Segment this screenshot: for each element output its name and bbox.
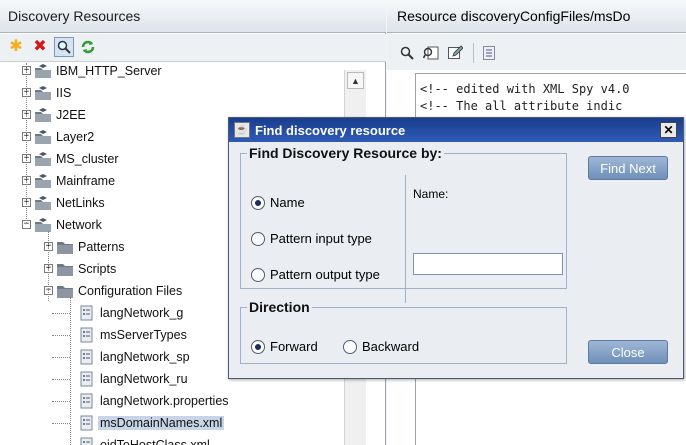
tree-item-label: langNetwork_sp [100, 350, 190, 364]
radio-label: Pattern input type [270, 231, 372, 246]
find-by-label: Find Discovery Resource by: [249, 145, 442, 161]
edit-icon[interactable] [445, 43, 465, 63]
radio-pattern-output-type[interactable]: Pattern output type [251, 267, 380, 282]
folder-icon [57, 242, 73, 254]
new-resource-icon[interactable]: ✱ [6, 37, 26, 57]
package-folder-icon [35, 174, 51, 188]
editor-header: Resource discoveryConfigFiles/msDo [387, 0, 686, 33]
find-next-button[interactable]: Find Next [588, 156, 668, 180]
properties-file-icon [80, 305, 93, 321]
direction-group: Direction Forward Backward [240, 299, 567, 364]
folder-icon [57, 264, 73, 276]
tree-connector [52, 313, 70, 314]
tree-item-label: langNetwork_g [100, 306, 184, 320]
tree-item-label: IIS [56, 86, 72, 100]
tree-item-label: NetLinks [56, 196, 105, 210]
properties-file-icon [80, 327, 93, 343]
radio-forward[interactable]: Forward [251, 339, 318, 354]
panel-title: Discovery Resources [8, 8, 141, 24]
find-by-group: Find Discovery Resource by: Name Pattern… [240, 145, 567, 303]
tree-item-label: Network [56, 218, 102, 232]
dialog-title: Find discovery resource [255, 123, 406, 138]
tree-item-label: oidToHostClass.xml [100, 438, 210, 445]
tree-connector [52, 423, 70, 424]
radio-button[interactable] [251, 339, 265, 354]
tree-item-label: msDomainNames.xml [98, 416, 225, 430]
tree-connector [52, 335, 70, 336]
direction-label: Direction [249, 299, 310, 315]
name-label: Name: [413, 187, 449, 201]
radio-label: Name [270, 195, 305, 210]
radio-label: Backward [362, 339, 420, 354]
tree-connector [52, 401, 70, 402]
tree-item-label: msServerTypes [100, 328, 187, 342]
tree-item-label: MS_cluster [56, 152, 119, 166]
radio-button[interactable] [251, 231, 265, 246]
properties-file-icon [80, 437, 93, 445]
panel-header: Discovery Resources [0, 0, 386, 33]
package-folder-icon [35, 218, 51, 232]
tree-item-label: Layer2 [56, 130, 95, 144]
tree-item-label: Mainframe [56, 174, 116, 188]
dialog-titlebar[interactable]: ☕ Find discovery resource ✕ [229, 118, 683, 142]
tree-connector [52, 357, 70, 358]
radio-button[interactable] [251, 267, 265, 282]
package-folder-icon [35, 196, 51, 210]
properties-file-icon [80, 349, 93, 365]
tree-item-label: langNetwork.properties [100, 394, 229, 408]
divider [405, 175, 406, 303]
tree-folder-item[interactable]: + IBM_HTTP_Server [18, 63, 366, 82]
radio-name[interactable]: Name [251, 195, 305, 210]
package-folder-icon [35, 130, 51, 144]
tree-guide-line [70, 297, 71, 445]
resources-toolbar: ✱ ✖ [0, 34, 386, 62]
close-icon[interactable]: ✕ [660, 122, 677, 138]
radio-backward[interactable]: Backward [343, 339, 419, 354]
tree-guide-line [48, 231, 49, 301]
tree-connector [52, 379, 70, 380]
xml-line: <!-- The all attribute indic [420, 99, 623, 113]
tree-item-label: langNetwork_ru [100, 372, 188, 386]
tree-folder-item[interactable]: + IIS [18, 82, 366, 104]
close-button[interactable]: Close [588, 340, 668, 364]
replace-icon[interactable] [421, 43, 441, 63]
package-folder-icon [35, 108, 51, 122]
tree-item-label: Scripts [78, 262, 117, 276]
radio-button[interactable] [251, 195, 265, 210]
radio-pattern-input-type[interactable]: Pattern input type [251, 231, 372, 246]
editor-title: Resource discoveryConfigFiles/msDo [397, 8, 631, 24]
search-icon[interactable] [397, 43, 417, 63]
package-folder-icon [35, 64, 51, 78]
tree-item-label: IBM_HTTP_Server [56, 64, 162, 78]
find-discovery-resource-dialog: ☕ Find discovery resource ✕ Find Discove… [228, 117, 684, 379]
package-folder-icon [35, 152, 51, 166]
refresh-icon[interactable] [78, 37, 98, 57]
radio-button[interactable] [343, 339, 357, 354]
editor-toolbar [387, 34, 686, 70]
package-folder-icon [35, 86, 51, 100]
tree-guide-line [26, 63, 27, 223]
tree-item-label: J2EE [56, 108, 86, 122]
tree-item-label: Configuration Files [78, 284, 183, 298]
properties-file-icon [80, 393, 93, 409]
properties-icon[interactable] [479, 43, 499, 63]
radio-label: Forward [270, 339, 318, 354]
xml-line: <!-- edited with XML Spy v4.0 [420, 82, 630, 96]
scroll-up-icon[interactable]: ▲ [347, 72, 364, 89]
name-search-input[interactable] [413, 253, 563, 275]
tree-item-label: Patterns [78, 240, 125, 254]
java-app-icon: ☕ [234, 122, 250, 138]
properties-file-icon [80, 415, 93, 431]
delete-resource-icon[interactable]: ✖ [30, 37, 50, 57]
toolbar-separator [473, 43, 474, 63]
radio-label: Pattern output type [270, 267, 380, 282]
folder-icon [57, 286, 73, 298]
find-resource-icon[interactable] [54, 37, 74, 57]
properties-file-icon [80, 371, 93, 387]
